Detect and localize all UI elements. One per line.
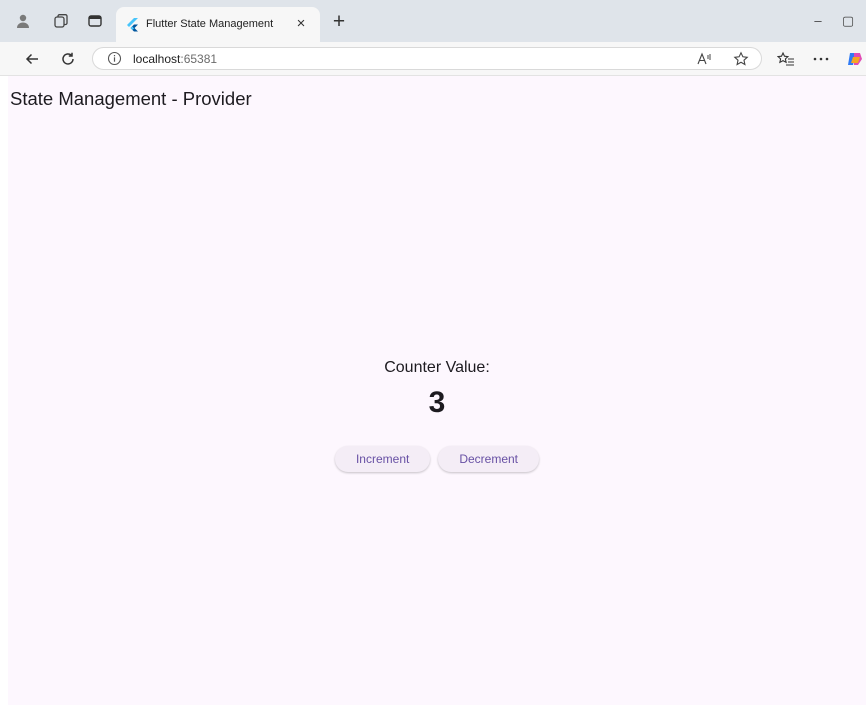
tab-actions-icon[interactable] (85, 11, 105, 31)
refresh-icon[interactable] (58, 49, 78, 69)
decrement-button[interactable]: Decrement (438, 446, 540, 472)
app-bar-title: State Management - Provider (10, 88, 252, 109)
address-toolbar: localhost:65381 (0, 42, 866, 76)
address-bar[interactable]: localhost:65381 (92, 47, 762, 70)
read-aloud-icon[interactable] (697, 51, 713, 67)
flutter-favicon (127, 18, 139, 32)
increment-button[interactable]: Increment (334, 446, 431, 472)
counter-label: Counter Value: (384, 359, 490, 376)
tab-strip: Flutter State Management × + – ▢ ✕ (0, 0, 866, 42)
counter-value: 3 (428, 386, 446, 419)
url-port: :65381 (180, 52, 218, 66)
url-host: localhost (133, 52, 181, 66)
app-page: State Management - Provider Counter Valu… (8, 76, 866, 705)
button-row: Increment Decrement (8, 446, 866, 472)
close-window-button[interactable]: ✕ (856, 10, 866, 32)
profile-icon[interactable] (13, 11, 33, 31)
back-icon[interactable] (22, 49, 42, 69)
url-text[interactable]: localhost:65381 (133, 52, 217, 66)
new-tab-button[interactable]: + (328, 11, 350, 34)
site-info-icon[interactable] (107, 51, 122, 66)
workspaces-icon[interactable] (51, 11, 71, 31)
minimize-button[interactable]: – (803, 10, 833, 32)
tab-close-icon[interactable]: × (291, 14, 311, 34)
more-icon[interactable] (812, 50, 830, 68)
copilot-icon[interactable] (846, 50, 864, 68)
favorites-list-icon[interactable] (777, 50, 795, 68)
favorite-star-icon[interactable] (733, 51, 749, 67)
tab-title: Flutter State Management (146, 18, 274, 30)
active-tab[interactable]: Flutter State Management × (116, 7, 320, 42)
